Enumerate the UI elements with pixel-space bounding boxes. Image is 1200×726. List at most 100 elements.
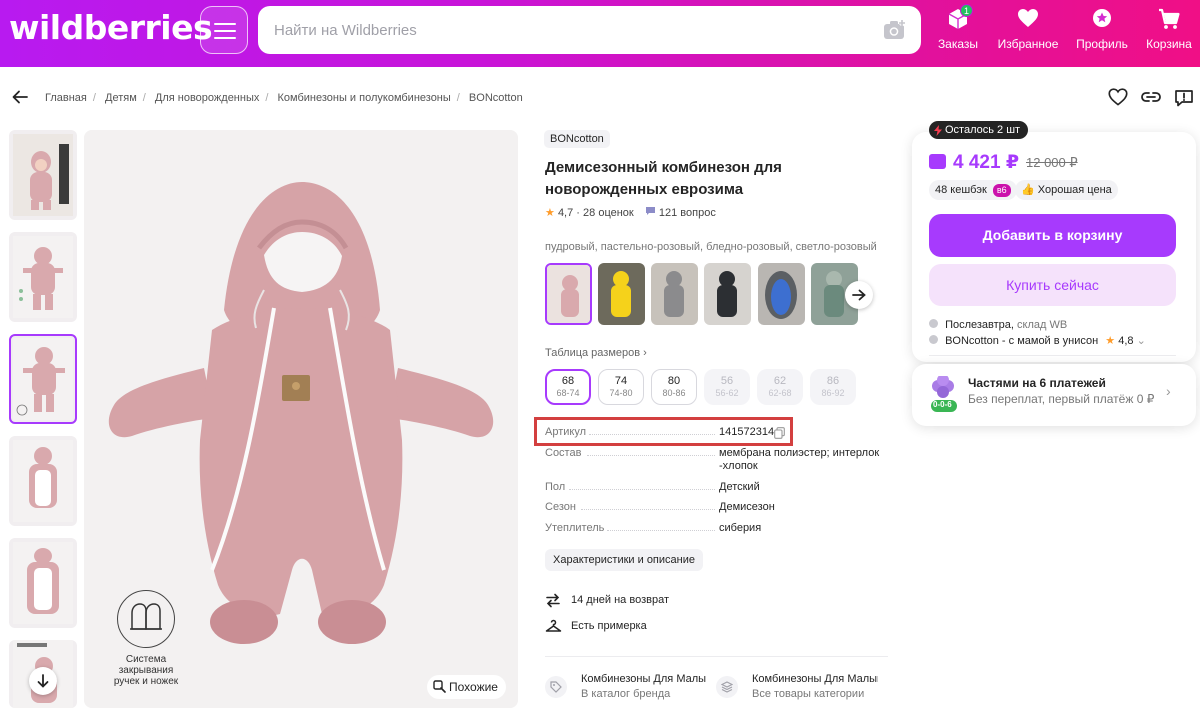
breadcrumb-separator: / (265, 92, 269, 104)
breadcrumb-item[interactable]: Главная (45, 92, 87, 104)
star-icon: ★ (1105, 335, 1116, 347)
size-value: 74 (614, 375, 628, 387)
favorite-heart-icon[interactable] (1108, 88, 1128, 106)
stock-text: Осталось 2 шт (945, 124, 1021, 136)
star-icon: ★ (545, 207, 555, 219)
gallery-thumb[interactable] (9, 538, 77, 628)
seller-info[interactable]: BONcotton - с мамой в унисон ★ 4,8 ⌄ (929, 334, 1146, 347)
size-range: 62-68 (768, 388, 792, 398)
color-variant-thumb[interactable] (651, 263, 698, 325)
thumbs-up-icon: 👍 (1021, 184, 1035, 196)
nav-profile[interactable]: Профиль (1070, 8, 1134, 51)
size-table-label: Таблица размеров (545, 347, 641, 359)
param-value: мембрана полиэстер; интерлок -хлопок (719, 447, 880, 472)
cashback-tag: в6 (992, 184, 1011, 197)
catalog-link-title: Комбинезоны Для Малыш (752, 673, 878, 685)
breadcrumb-item[interactable]: Детям (105, 92, 137, 104)
feature-overlay-label: Система закрывания ручек и ножек (113, 654, 179, 687)
copy-icon[interactable] (774, 427, 785, 439)
similar-button[interactable]: Похожие (427, 675, 506, 699)
rating-value: 4,7 (557, 207, 574, 219)
color-variant-thumb[interactable] (758, 263, 805, 325)
gallery-thumb[interactable] (9, 436, 77, 526)
price: 4 421 ₽ (953, 152, 1020, 173)
installment-title: Частями на 6 платежей (968, 376, 1106, 390)
seller-name: BONcotton - с мамой в унисон (945, 335, 1099, 347)
nav-profile-label: Профиль (1076, 37, 1128, 51)
breadcrumb-item[interactable]: Комбинезоны и полукомбинезоны (278, 92, 451, 104)
color-variant-thumb[interactable] (598, 263, 645, 325)
mittens-icon (117, 590, 175, 648)
box-icon: 1 (926, 4, 990, 32)
size-option-disabled: 62 62-68 (757, 369, 803, 405)
details-button[interactable]: Характеристики и описание (545, 549, 703, 571)
installment-subtitle: Без переплат, первый платёж 0 ₽ (968, 392, 1155, 406)
lightning-icon (934, 125, 942, 136)
delivery-icon (929, 319, 938, 328)
breadcrumb-separator: / (92, 92, 96, 104)
header: wildberries 1 Заказы Избранное Профиль (0, 0, 1200, 67)
nav-favorites[interactable]: Избранное (996, 8, 1060, 51)
add-to-cart-button[interactable]: Добавить в корзину (929, 214, 1176, 257)
param-dots (569, 489, 715, 490)
logo[interactable]: wildberries (9, 8, 213, 47)
feature-text: 14 дней на возврат (571, 594, 669, 606)
breadcrumb-separator: / (456, 92, 460, 104)
article-value[interactable]: 141572314 (719, 426, 889, 439)
good-price-chip[interactable]: 👍 Хорошая цена (1015, 180, 1118, 200)
good-price-text: Хорошая цена (1037, 184, 1112, 196)
profile-icon (1070, 8, 1134, 32)
search-input[interactable] (258, 6, 858, 54)
param-value: Демисезон (719, 501, 775, 513)
catalog-link-subtitle: Все товары категории (752, 688, 865, 700)
feature-return: 14 дней на возврат (545, 593, 669, 611)
rating-row[interactable]: ★ 4,7 · 28 оценок 121 вопрос (545, 206, 716, 219)
stock-badge: Осталось 2 шт (929, 121, 1029, 139)
param-dots (607, 530, 715, 531)
param-key: Утеплитель (545, 522, 605, 534)
size-range: 74-80 (609, 388, 633, 398)
share-link-icon[interactable] (1141, 88, 1161, 106)
old-price: 12 000 ₽ (1026, 155, 1078, 170)
divider (929, 355, 1176, 356)
size-option[interactable]: 74 74-80 (598, 369, 644, 405)
param-dots (581, 509, 715, 510)
color-carousel-next-button[interactable] (845, 281, 873, 309)
menu-button[interactable] (200, 6, 248, 54)
gallery-thumb-selected[interactable] (9, 334, 77, 424)
param-dots (587, 455, 715, 456)
size-option-disabled: 86 86-92 (810, 369, 856, 405)
delivery-info: Послезавтра, склад WB (929, 319, 1067, 331)
color-variant-thumb[interactable] (704, 263, 751, 325)
nav-orders[interactable]: 1 Заказы (926, 4, 990, 51)
delivery-day: Послезавтра, (945, 319, 1014, 331)
similar-search-icon (433, 680, 446, 693)
size-table-link[interactable]: Таблица размеров › (545, 347, 647, 359)
camera-search-icon[interactable] (883, 19, 907, 41)
divider (545, 656, 888, 657)
nav-cart[interactable]: Корзина (1137, 8, 1200, 51)
gallery-scroll-down-button[interactable] (29, 667, 57, 695)
gallery-thumb[interactable] (9, 232, 77, 322)
breadcrumb-item[interactable]: Для новорожденных (155, 92, 259, 104)
nav-cart-label: Корзина (1146, 37, 1192, 51)
questions-count[interactable]: 121 вопрос (659, 207, 716, 219)
delivery-warehouse: склад WB (1017, 319, 1068, 331)
seller-rating: 4,8 (1118, 335, 1134, 347)
breadcrumb-item[interactable]: BONcotton (469, 92, 523, 104)
size-value: 86 (826, 375, 840, 387)
size-range: 68-74 (556, 388, 580, 398)
size-option[interactable]: 80 80-86 (651, 369, 697, 405)
gallery-thumb[interactable] (9, 130, 77, 220)
color-variant-thumb-selected[interactable] (545, 263, 592, 325)
param-value: Детский (719, 481, 760, 493)
installment-tag: 0-0-6 (933, 400, 952, 409)
brand-link[interactable]: BONcotton (544, 130, 610, 148)
back-arrow-icon[interactable] (11, 88, 29, 106)
report-icon[interactable] (1174, 88, 1194, 108)
cashback-chip[interactable]: 48 кешбэк в6 (929, 180, 1017, 200)
param-key: Пол (545, 481, 566, 493)
buy-now-button[interactable]: Купить сейчас (929, 264, 1176, 306)
orders-badge: 1 (960, 4, 973, 17)
size-option-selected[interactable]: 68 68-74 (545, 369, 591, 405)
